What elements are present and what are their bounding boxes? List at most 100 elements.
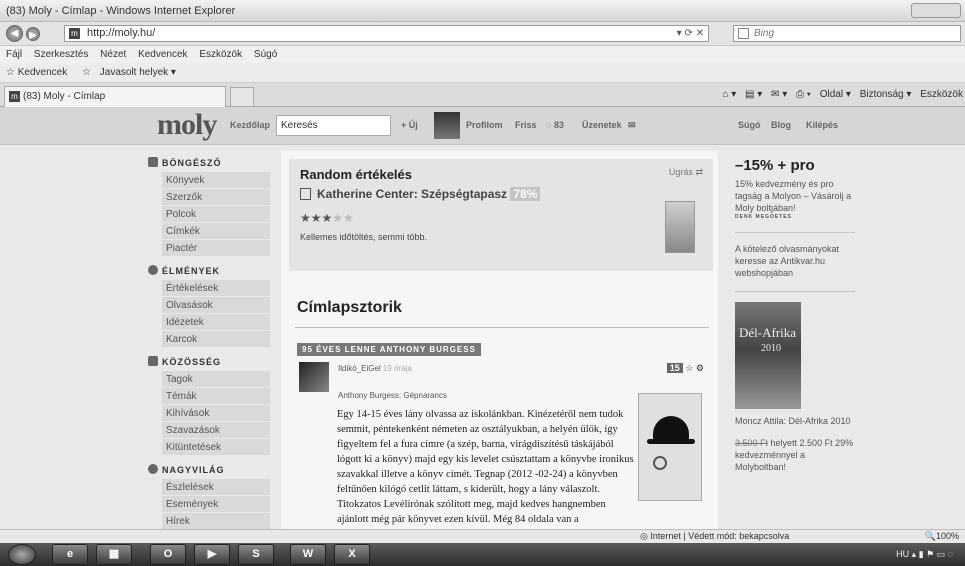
window-controls[interactable] [911,3,961,18]
globe-icon [148,464,158,474]
sidebar-item-members[interactable]: Tagok [162,371,270,388]
sidebar-item-readings[interactable]: Olvasások [162,297,270,314]
fresh-count[interactable]: ◌ 83 [546,120,564,130]
post-username[interactable]: Ildikó_EiGel [338,364,381,373]
book-icon [148,157,158,167]
address-input[interactable]: m http://moly.hu/ ▾ ⟳ ✕ [64,25,709,42]
moly-favicon-icon: m [9,91,20,102]
security-zone[interactable]: ◎ Internet | Védett mód: bekapcsolva [640,530,789,543]
ad-text[interactable]: A kötelező olvasmányokat keresse az Anti… [735,243,855,279]
sidebar-item-challenges[interactable]: Kihívások [162,405,270,422]
taskbar-excel-icon[interactable]: X [334,544,370,565]
page-menu[interactable]: Oldal ▾ [820,89,851,100]
random-review-text: Kellemes időtöltés, semmi több. [300,232,428,242]
avatar[interactable] [299,362,329,392]
sidebar-item-shelves[interactable]: Polcok [162,206,270,223]
book-cover-image[interactable] [665,201,695,253]
suggested-sites-button[interactable]: Javasolt helyek ▾ [100,67,176,78]
sidebar-item-awards[interactable]: Kitüntetések [162,439,270,456]
new-tab-button[interactable] [230,87,254,106]
zoom-level[interactable]: 🔍100% [925,530,959,543]
taskbar-outlook-icon[interactable]: O [150,544,186,565]
messages-icon[interactable]: ✉ [628,120,636,131]
new-button[interactable]: + Új [401,120,418,130]
print-icon[interactable]: ⎙ ▾ [796,89,811,100]
nav-logout[interactable]: Kilépés [806,120,838,130]
book-cover-image[interactable]: Dél-Afrika 2010 [735,302,801,409]
sidebar-item-market[interactable]: Piactér [162,240,270,257]
sidebar-item-notes[interactable]: Karcok [162,331,270,348]
menu-tools[interactable]: Eszközök [199,49,242,60]
star-icon[interactable]: ☆ [6,67,15,78]
avatar[interactable] [434,112,460,139]
promo-small-print: DENK MEGOETES [735,214,792,220]
sidebar-item-sightings[interactable]: Észlelések [162,479,270,496]
sidebar-item-authors[interactable]: Szerzők [162,189,270,206]
circle-icon [148,265,158,275]
nav-home[interactable]: Kezdőlap [230,120,270,130]
stories-title: Címlapsztorik [297,299,402,316]
jump-link[interactable]: Ugrás ⇄ [669,167,703,178]
sidebar-item-quotes[interactable]: Idézetek [162,314,270,331]
tab-moly[interactable]: m (83) Moly - Címlap [4,86,226,107]
star-rating: ★★★★★ [300,211,354,225]
back-button[interactable]: ◀ [6,25,23,42]
taskbar-media-icon[interactable]: ▶ [194,544,230,565]
post-book-title[interactable]: Anthony Burgess: Gépnarancs [338,391,447,400]
favorites-button[interactable]: Kedvencek [18,67,67,78]
story-label[interactable]: 95 ÉVES LENNE ANTHONY BURGESS [297,343,481,356]
tray-icons[interactable]: ▴ ▮ ⚑ ▭ ◌ [912,549,953,559]
search-input[interactable]: Bing [733,25,961,42]
random-review-title: Random értékelés [300,167,412,182]
sidebar-item-reviews[interactable]: Értékelések [162,280,270,297]
main-content: Random értékelés Ugrás ⇄ Katherine Cente… [281,151,718,529]
sidebar-item-events[interactable]: Események [162,496,270,513]
promo-title[interactable]: –15% + pro [735,157,855,174]
nav-blog[interactable]: Blog [771,120,791,130]
price-text: 3.500 Ft helyett 2.500 Ft 29% kedvezménn… [735,437,855,473]
tools-menu[interactable]: Eszközök [920,89,963,100]
taskbar-folder-icon[interactable]: ▦ [96,544,132,565]
taskbar-skype-icon[interactable]: S [238,544,274,565]
divider [735,291,855,292]
taskbar-word-icon[interactable]: W [290,544,326,565]
window-title: (83) Moly - Címlap - Windows Internet Ex… [6,5,236,17]
nav-profile[interactable]: Profilom [466,120,503,130]
promo-text[interactable]: 15% kedvezmény és pro tagság a Molyon – … [735,178,855,214]
language-indicator[interactable]: HU [896,549,909,559]
site-logo[interactable]: moly [157,110,217,140]
home-icon[interactable]: ⌂ ▾ [722,89,736,100]
address-controls[interactable]: ▾ ⟳ ✕ [677,26,704,41]
sidebar-item-tags[interactable]: Címkék [162,223,270,240]
book-caption[interactable]: Moncz Attila: Dél-Afrika 2010 [735,415,855,427]
sidebar-item-news[interactable]: Hírek [162,513,270,529]
taskbar-ie-icon[interactable]: e [52,544,88,565]
settings-icon[interactable]: ⚙ [696,363,704,373]
random-book-link[interactable]: Katherine Center: Szépségtapasz 78% [300,187,541,201]
book-cover-image[interactable] [638,393,702,501]
zoom-text: 100% [935,531,959,541]
menu-help[interactable]: Súgó [254,49,277,60]
taskbar: e ▦ O ▶ S W X HU ▴ ▮ ⚑ ▭ ◌ [0,543,965,566]
sidebar-item-polls[interactable]: Szavazások [162,422,270,439]
star-icon[interactable]: ☆ [685,363,693,373]
nav-messages[interactable]: Üzenetek [582,120,622,130]
menu-favorites[interactable]: Kedvencek [138,49,187,60]
menu-view[interactable]: Nézet [100,49,126,60]
mail-icon[interactable]: ✉ ▾ [771,89,787,100]
sidebar-item-books[interactable]: Könyvek [162,172,270,189]
nav-fresh[interactable]: Friss [515,120,537,130]
forward-button[interactable]: ▶ [26,27,40,41]
feeds-icon[interactable]: ▤ ▾ [745,89,762,100]
nav-help[interactable]: Súgó [738,120,761,130]
site-search-input[interactable]: Keresés [276,115,391,136]
start-button[interactable] [8,544,36,565]
menu-edit[interactable]: Szerkesztés [34,49,88,60]
section-community-title: KÖZÖSSÉG [162,357,222,367]
page-viewport: moly Kezdőlap Keresés + Új Profilom Fris… [0,107,965,529]
fresh-count-value: 83 [553,120,564,130]
menu-file[interactable]: Fájl [6,49,22,60]
sidebar-item-topics[interactable]: Témák [162,388,270,405]
add-favorite-icon[interactable]: ☆ [82,67,91,78]
security-menu[interactable]: Biztonság ▾ [860,89,912,100]
